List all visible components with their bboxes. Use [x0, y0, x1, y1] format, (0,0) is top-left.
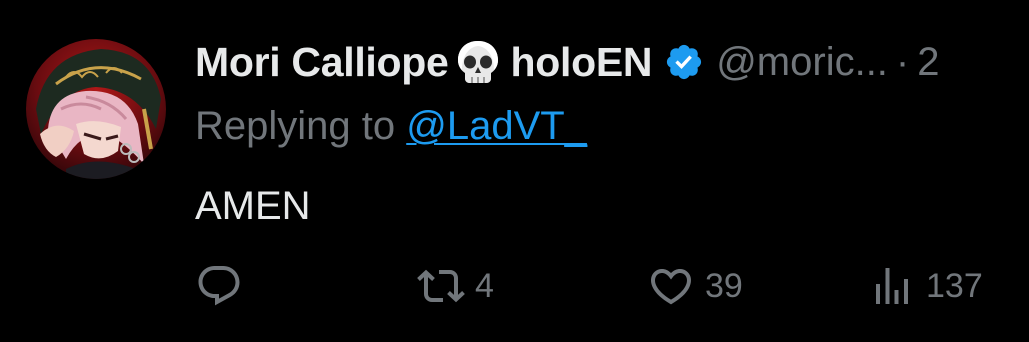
retweet-button[interactable]: 4: [417, 262, 494, 310]
tweet-header: Mori Calliope holoEN @moric... · 2: [195, 34, 1029, 90]
views-chart-icon: [876, 268, 908, 304]
avatar-image: [26, 39, 166, 179]
reply-icon: [198, 266, 240, 306]
display-name[interactable]: Mori Calliope: [195, 39, 449, 86]
tweet-card[interactable]: Mori Calliope holoEN @moric... · 2 Reply…: [0, 0, 1029, 342]
replying-to-line: Replying to @LadVT_: [195, 104, 587, 149]
user-handle[interactable]: @moric...: [716, 40, 888, 85]
affiliation-label[interactable]: holoEN: [511, 39, 653, 86]
retweet-icon: [417, 269, 465, 303]
action-bar: 4 39 137: [195, 262, 1029, 310]
like-button[interactable]: 39: [647, 262, 743, 310]
heart-icon: [650, 269, 692, 305]
views-count: 137: [926, 266, 983, 305]
retweet-count: 4: [475, 266, 494, 305]
timestamp[interactable]: 2: [917, 40, 939, 85]
avatar[interactable]: [26, 39, 166, 179]
verified-badge-icon[interactable]: [664, 42, 704, 82]
like-count: 39: [705, 266, 743, 305]
tweet-text: AMEN: [195, 184, 311, 228]
reply-mention-link[interactable]: @LadVT_: [406, 104, 587, 148]
skull-icon: [457, 41, 498, 83]
separator-dot: ·: [895, 39, 910, 84]
replying-to-prefix: Replying to: [195, 104, 407, 148]
views-button[interactable]: 137: [868, 262, 983, 310]
reply-button[interactable]: [195, 262, 253, 310]
